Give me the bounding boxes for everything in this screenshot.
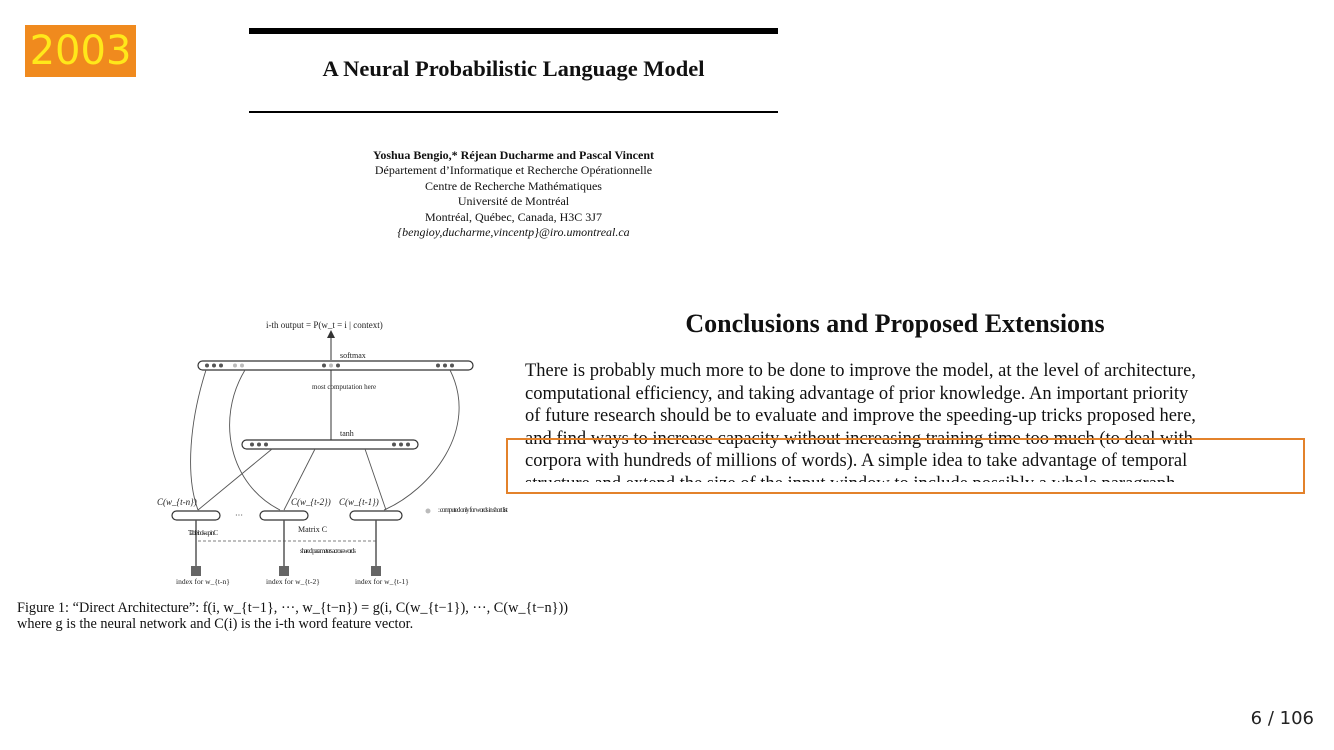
c-label-2: C(w_{t-2}) (291, 497, 331, 507)
page-number: 6 / 106 (1250, 708, 1314, 729)
conclusions-excerpt: Conclusions and Proposed Extensions Ther… (525, 307, 1295, 548)
softmax-label: softmax (340, 351, 366, 360)
tanh-label: tanh (340, 429, 354, 438)
embedding-box-1 (349, 510, 403, 521)
embedding-box-2 (259, 510, 309, 521)
paper-title: A Neural Probabilistic Language Model (322, 56, 705, 81)
conclusions-title: Conclusions and Proposed Extensions (685, 309, 1105, 338)
output-label: i-th output = P(w_t = i | context) (266, 320, 383, 330)
caption-line: where g is the neural network and C(i) i… (17, 616, 414, 632)
paper-header: A Neural Probabilistic Language Model (249, 28, 778, 113)
index-label-2: index for w_{t-2} (266, 577, 320, 586)
authors-block: Yoshua Bengio,* Réjean Ducharme and Pasc… (249, 148, 778, 240)
affiliation-line: Université de Montréal (457, 194, 570, 209)
highlight-box (506, 438, 1305, 494)
affiliation-line: Montréal, Québec, Canada, H3C 3J7 (425, 209, 602, 224)
tanh-units (250, 442, 410, 447)
arrow-head (327, 330, 335, 338)
affiliation-line: Département d’Informatique et Recherche … (374, 163, 653, 178)
index-box-2 (279, 566, 289, 576)
year-badge: 2003 (25, 25, 136, 77)
paper-email: {bengioy,ducharme,vincentp}@iro.umontrea… (397, 225, 630, 240)
matrix-label: Matrix C (298, 525, 327, 534)
shared-parameters-links (198, 531, 376, 542)
legend-dot (425, 508, 431, 514)
table-lookup-label: Table look-up in C (188, 529, 218, 537)
conclusion-line: There is probably much more to be done t… (525, 361, 1196, 381)
c-label-n: C(w_{t-n}) (157, 497, 197, 507)
index-box-n (191, 566, 201, 576)
softmax-units (205, 363, 454, 368)
shared-parameters-label: shared parameters across words (300, 547, 356, 555)
conclusion-line: computational efficiency, and taking adv… (525, 383, 1189, 404)
figure-caption: Figure 1: “Direct Architecture”: f(i, w_… (17, 600, 627, 632)
c-label-1: C(w_{t-1}) (339, 497, 379, 507)
conclusion-line: of future research should be to evaluate… (525, 406, 1196, 426)
title-rule-bottom (249, 111, 778, 113)
caption-line: Figure 1: “Direct Architecture”: f(i, w_… (17, 600, 568, 616)
paper-authors: Yoshua Bengio,* Réjean Ducharme and Pasc… (372, 148, 654, 162)
ellipsis: ··· (235, 511, 243, 520)
softmax-layer (197, 360, 474, 371)
title-rule-top (249, 28, 778, 34)
index-label-1: index for w_{t-1} (355, 577, 409, 586)
computed-only-label: : computed only for words in short list (438, 506, 508, 514)
affiliation-line: Centre de Recherche Mathématiques (425, 178, 602, 193)
embedding-box-n (171, 510, 221, 521)
index-label-n: index for w_{t-n} (176, 577, 230, 586)
most-computation-label: most computation here (312, 383, 376, 391)
tanh-layer (241, 439, 419, 450)
index-box-1 (371, 566, 381, 576)
